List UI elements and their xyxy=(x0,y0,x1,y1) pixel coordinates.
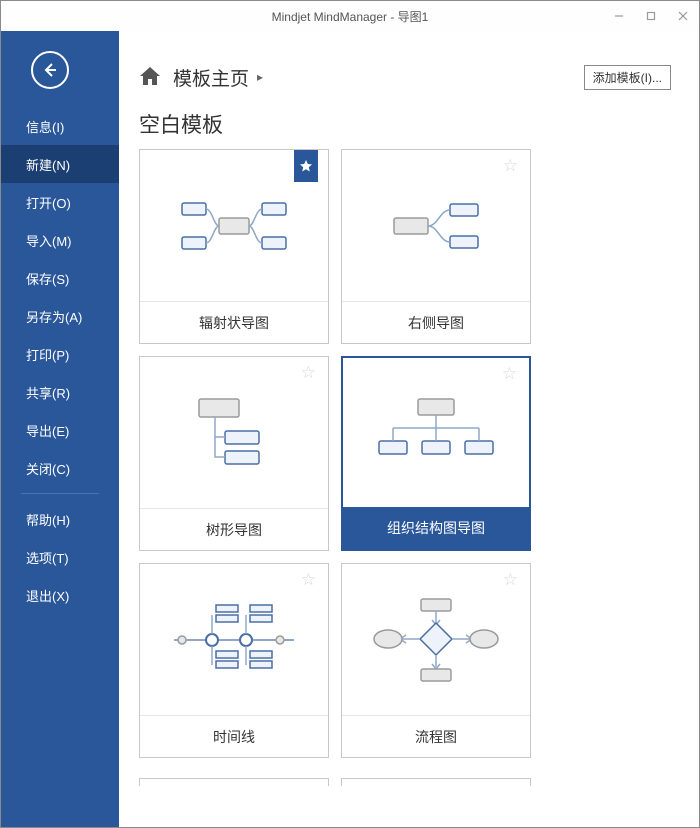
titlebar: Mindjet MindManager - 导图1 xyxy=(1,1,699,31)
add-template-button[interactable]: 添加模板(I)... xyxy=(584,65,671,90)
sidebar-item-9[interactable]: 关闭(C) xyxy=(1,449,119,487)
sidebar-item-1[interactable]: 新建(N) xyxy=(1,145,119,183)
template-card-tree[interactable]: ☆ 树形导图 xyxy=(139,356,329,551)
sidebar: 信息(I)新建(N)打开(O)导入(M)保存(S)另存为(A)打印(P)共享(R… xyxy=(1,31,119,827)
sidebar-bottom-item-0[interactable]: 帮助(H) xyxy=(1,500,119,538)
breadcrumb-row: 模板主页 ▸ 添加模板(I)... xyxy=(119,31,699,91)
sidebar-bottom-item-2[interactable]: 退出(X) xyxy=(1,576,119,614)
template-preview-icon xyxy=(342,150,530,301)
template-grid: 辐射状导图☆ 右侧导图☆ 树形导图☆ 组织结构图导图☆ 时间线☆ xyxy=(139,149,679,758)
close-button[interactable] xyxy=(667,1,699,31)
template-card-radial[interactable]: 辐射状导图 xyxy=(139,149,329,344)
sidebar-bottom-item-1[interactable]: 选项(T) xyxy=(1,538,119,576)
back-arrow-icon xyxy=(41,61,59,79)
maximize-button[interactable] xyxy=(635,1,667,31)
template-label: 右侧导图 xyxy=(342,301,530,343)
template-preview-icon xyxy=(342,564,530,715)
next-row-peek xyxy=(139,778,679,786)
template-preview-icon xyxy=(140,357,328,508)
home-icon[interactable] xyxy=(139,66,161,86)
template-card-org[interactable]: ☆ 组织结构图导图 xyxy=(341,356,531,551)
window-title: Mindjet MindManager - 导图1 xyxy=(1,8,699,25)
template-label: 辐射状导图 xyxy=(140,301,328,343)
sidebar-item-6[interactable]: 打印(P) xyxy=(1,335,119,373)
template-card-flowchart[interactable]: ☆ 流程图 xyxy=(341,563,531,758)
sidebar-item-3[interactable]: 导入(M) xyxy=(1,221,119,259)
sidebar-item-7[interactable]: 共享(R) xyxy=(1,373,119,411)
sidebar-item-4[interactable]: 保存(S) xyxy=(1,259,119,297)
breadcrumb-title[interactable]: 模板主页 xyxy=(173,64,249,91)
template-card-peek[interactable] xyxy=(139,778,329,786)
breadcrumb-arrow-icon[interactable]: ▸ xyxy=(257,70,263,84)
content-area[interactable]: 空白模板 辐射状导图☆ 右侧导图☆ 树形导图☆ 组织结构图导图☆ xyxy=(119,91,699,827)
template-preview-icon xyxy=(140,564,328,715)
template-preview-icon xyxy=(343,358,529,507)
template-label: 流程图 xyxy=(342,715,530,757)
template-label: 时间线 xyxy=(140,715,328,757)
section-title: 空白模板 xyxy=(139,109,679,139)
window-controls xyxy=(603,1,699,31)
sidebar-item-2[interactable]: 打开(O) xyxy=(1,183,119,221)
main-area: 模板主页 ▸ 添加模板(I)... 空白模板 辐射状导图 ☆ 右侧导图☆ 树形导图… xyxy=(119,31,699,827)
sidebar-item-0[interactable]: 信息(I) xyxy=(1,107,119,145)
template-label: 树形导图 xyxy=(140,508,328,550)
sidebar-divider xyxy=(21,493,99,494)
template-card-right[interactable]: ☆ 右侧导图 xyxy=(341,149,531,344)
template-label: 组织结构图导图 xyxy=(343,507,529,549)
template-card-peek[interactable] xyxy=(341,778,531,786)
back-button[interactable] xyxy=(31,51,69,89)
sidebar-item-8[interactable]: 导出(E) xyxy=(1,411,119,449)
minimize-button[interactable] xyxy=(603,1,635,31)
sidebar-item-5[interactable]: 另存为(A) xyxy=(1,297,119,335)
template-card-timeline[interactable]: ☆ 时间线 xyxy=(139,563,329,758)
template-preview-icon xyxy=(140,150,328,301)
